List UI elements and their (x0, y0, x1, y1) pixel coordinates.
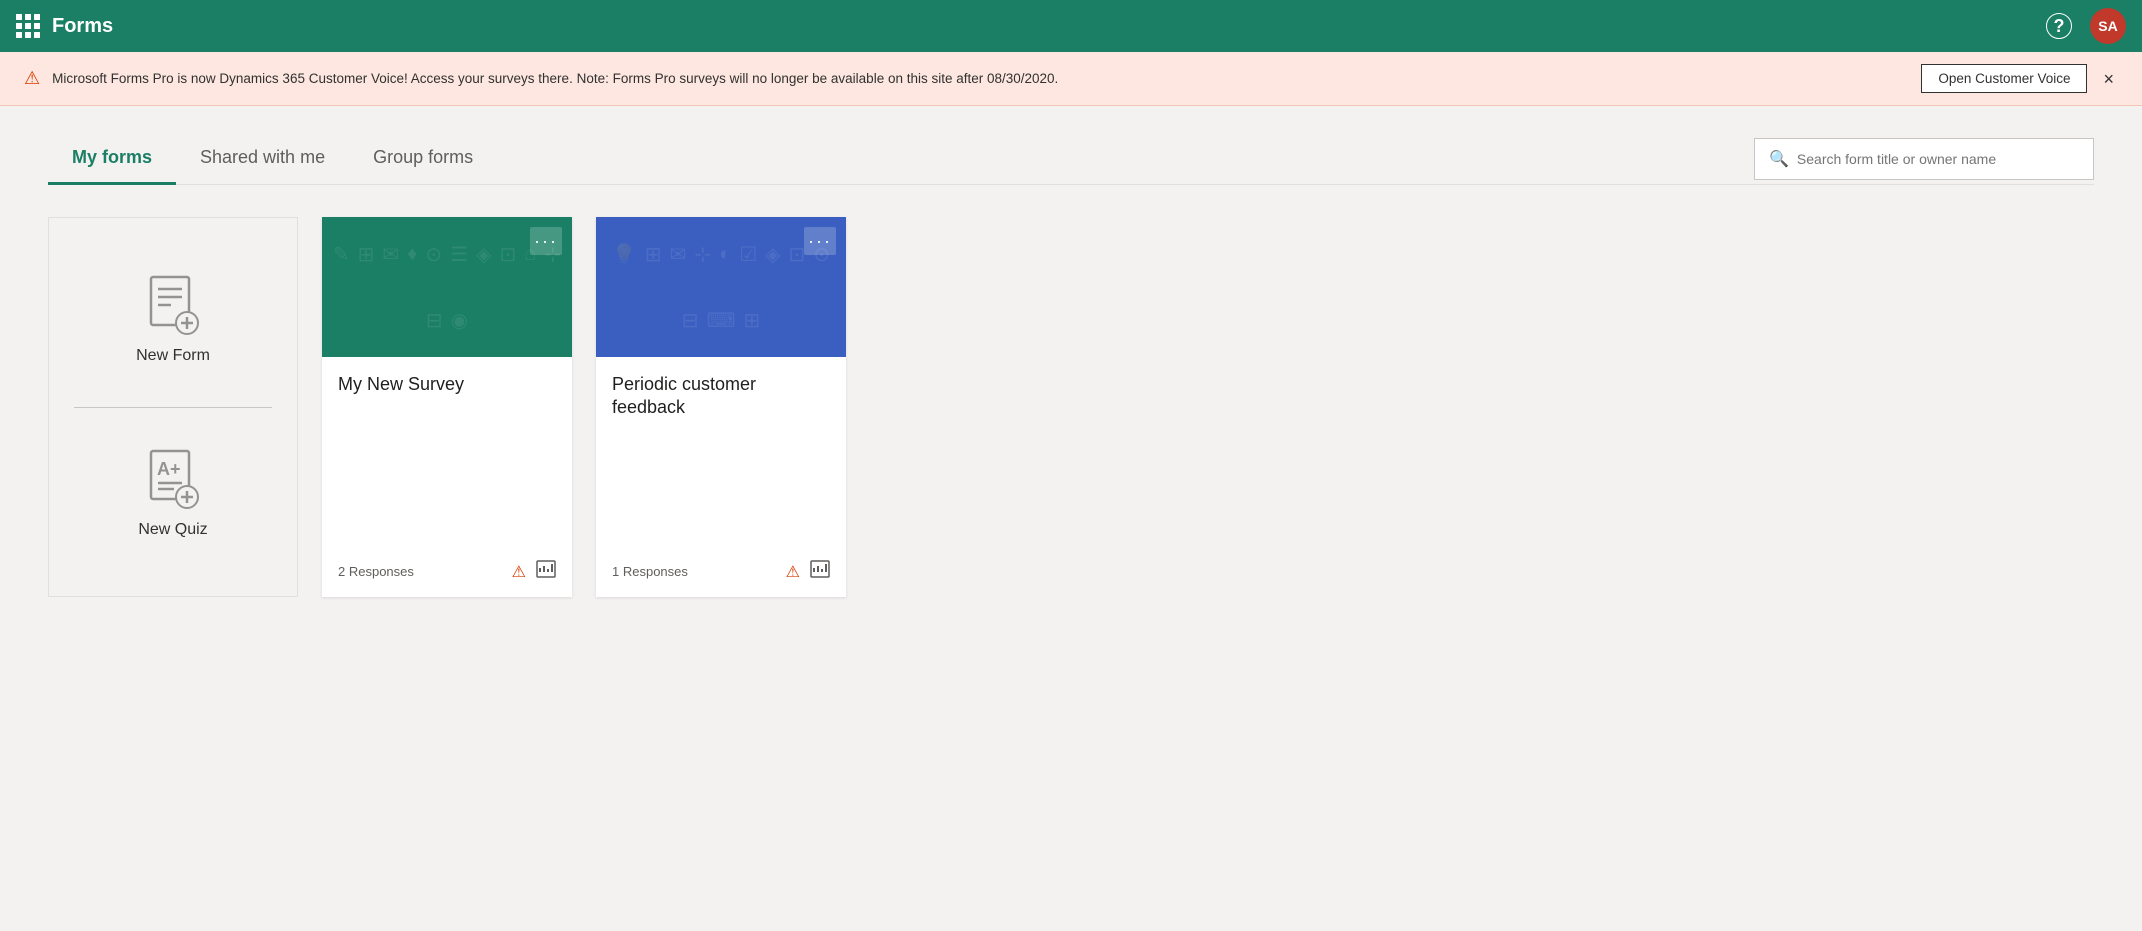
tab-group-forms[interactable]: Group forms (349, 139, 497, 185)
close-banner-button[interactable]: × (2099, 66, 2118, 92)
card-footer-icons-2: ⚠ (786, 560, 830, 583)
help-icon[interactable]: ? (2046, 13, 2072, 39)
waffle-menu[interactable] (16, 14, 40, 38)
card-body-1: My New Survey (322, 357, 572, 552)
card-title-2: Periodic customer feedback (612, 373, 830, 420)
card-header-2: 💡 ⊞ ✉ ⊹ ◐ ☑ ◈ ⊡ ⊙ ⊟ ⌨ ⊞ ··· (596, 217, 846, 357)
search-icon: 🔍 (1769, 149, 1789, 169)
responses-count-2: 1 Responses (612, 564, 688, 579)
search-box: 🔍 (1754, 138, 2094, 180)
banner-content: ⚠ Microsoft Forms Pro is now Dynamics 36… (24, 68, 1058, 89)
card-footer-icons-1: ⚠ (512, 560, 556, 583)
new-form-section[interactable]: New Form (49, 218, 297, 407)
card-footer-1: 2 Responses ⚠ (322, 552, 572, 597)
tab-shared-with-me[interactable]: Shared with me (176, 139, 349, 185)
tab-list: My forms Shared with me Group forms (48, 139, 1754, 184)
top-navigation: Forms ? SA (0, 0, 2142, 52)
new-quiz-section[interactable]: A+ New Quiz (49, 408, 297, 597)
search-input[interactable] (1797, 151, 2079, 167)
nav-left: Forms (16, 14, 113, 38)
card-footer-2: 1 Responses ⚠ (596, 552, 846, 597)
banner-text: Microsoft Forms Pro is now Dynamics 365 … (52, 71, 1058, 86)
new-quiz-label: New Quiz (138, 521, 207, 539)
banner-actions: Open Customer Voice × (1921, 64, 2118, 93)
warning-icon-1: ⚠ (512, 562, 526, 582)
main-content: My forms Shared with me Group forms 🔍 (0, 106, 2142, 629)
new-quiz-icon: A+ (147, 449, 199, 509)
card-header-1: ✎ ⊞ ✉ ♦ ⊙ ☰ ◈ ⊡ ⌂ ⊹ ⊟ ◉ ··· (322, 217, 572, 357)
tab-my-forms[interactable]: My forms (48, 139, 176, 185)
card-title-1: My New Survey (338, 373, 556, 396)
cards-grid: New Form A+ New Quiz (48, 217, 2094, 597)
more-options-button-2[interactable]: ··· (804, 227, 836, 255)
new-form-quiz-card[interactable]: New Form A+ New Quiz (48, 217, 298, 597)
chart-icon-1[interactable] (536, 560, 556, 583)
survey-card-1[interactable]: ✎ ⊞ ✉ ♦ ⊙ ☰ ◈ ⊡ ⌂ ⊹ ⊟ ◉ ··· My New Surve… (322, 217, 572, 597)
tab-bar: My forms Shared with me Group forms 🔍 (48, 138, 2094, 185)
more-options-button-1[interactable]: ··· (530, 227, 562, 255)
notification-banner: ⚠ Microsoft Forms Pro is now Dynamics 36… (0, 52, 2142, 106)
avatar[interactable]: SA (2090, 8, 2126, 44)
svg-text:A+: A+ (157, 459, 181, 479)
app-title: Forms (52, 15, 113, 38)
new-form-icon (147, 275, 199, 335)
banner-warning-icon: ⚠ (24, 68, 40, 89)
responses-count-1: 2 Responses (338, 564, 414, 579)
nav-right: ? SA (2046, 8, 2126, 44)
open-customer-voice-button[interactable]: Open Customer Voice (1921, 64, 2087, 93)
new-form-label: New Form (136, 347, 210, 365)
warning-icon-2: ⚠ (786, 562, 800, 582)
card-body-2: Periodic customer feedback (596, 357, 846, 552)
chart-icon-2[interactable] (810, 560, 830, 583)
survey-card-2[interactable]: 💡 ⊞ ✉ ⊹ ◐ ☑ ◈ ⊡ ⊙ ⊟ ⌨ ⊞ ··· Periodic cus… (596, 217, 846, 597)
